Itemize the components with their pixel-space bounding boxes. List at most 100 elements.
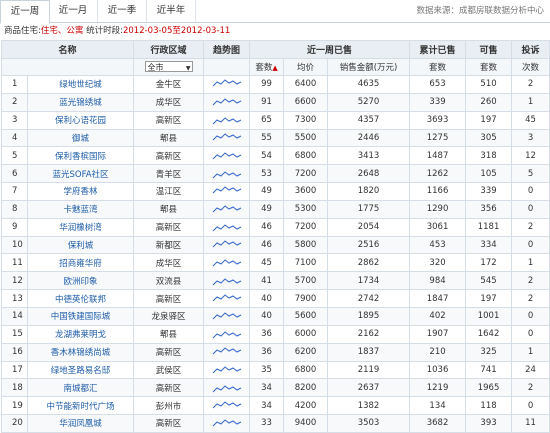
sparkline-icon[interactable] — [211, 400, 243, 412]
sparkline-icon[interactable] — [211, 310, 243, 322]
trend[interactable] — [203, 75, 251, 94]
table-row: 2 蓝光锦绣城 成华区 91 6600 5270 339 260 1 — [1, 92, 550, 112]
trend[interactable] — [203, 92, 251, 112]
project-name[interactable]: 招商雍华府 — [26, 253, 135, 273]
table-row: 18 南城都汇 高新区 34 8200 2637 1219 1965 2 — [1, 378, 550, 398]
trend[interactable] — [203, 164, 251, 184]
sales-amount: 2054 — [327, 217, 411, 237]
trend[interactable] — [203, 217, 251, 237]
trend[interactable] — [203, 146, 251, 166]
project-name[interactable]: 蓝光锦绣城 — [26, 92, 135, 112]
district: 高新区 — [133, 342, 205, 362]
avail-units-header[interactable]: 套数 — [465, 58, 513, 76]
row-number: 17 — [1, 360, 28, 380]
trend[interactable] — [203, 342, 251, 362]
trend[interactable] — [203, 271, 251, 291]
complaint-count-header[interactable]: 次数 — [511, 58, 550, 76]
sparkline-icon[interactable] — [211, 275, 243, 287]
trend[interactable] — [203, 378, 251, 398]
sparkline-icon[interactable] — [211, 382, 243, 394]
project-name[interactable]: 中德英伦联邦 — [26, 289, 135, 308]
trend[interactable] — [203, 414, 251, 433]
complaint-count: 12 — [511, 146, 550, 166]
chevron-down-icon: ▼ — [185, 65, 191, 72]
sparkline-icon[interactable] — [211, 239, 243, 251]
available-units: 1642 — [465, 324, 513, 344]
trend[interactable] — [203, 306, 251, 326]
district-select[interactable]: 全市 ▼ — [144, 61, 193, 72]
project-name[interactable]: 中国铁建国际城 — [26, 306, 135, 326]
arrow-up-icon: ▲ — [272, 64, 278, 72]
avg-price: 4200 — [283, 396, 329, 416]
sparkline-icon[interactable] — [211, 185, 243, 197]
sparkline-icon[interactable] — [211, 293, 243, 305]
tab-week[interactable]: 近一周 — [0, 0, 50, 24]
district: 金牛区 — [133, 75, 205, 94]
project-name[interactable]: 华润橡树湾 — [26, 217, 135, 237]
table-row: 8 卡魅蓝湾 郫县 49 5300 1775 1290 356 0 — [1, 199, 550, 219]
project-name[interactable]: 卡魅蓝湾 — [26, 199, 135, 219]
available-units: 545 — [465, 271, 513, 291]
cumulative-units: 1036 — [409, 360, 467, 380]
week-units: 34 — [249, 378, 285, 398]
project-name[interactable]: 欧洲印象 — [26, 271, 135, 291]
district: 高新区 — [133, 110, 205, 130]
trend[interactable] — [203, 396, 251, 416]
sparkline-icon[interactable] — [211, 257, 243, 269]
project-name[interactable]: 保利心语花园 — [26, 110, 135, 130]
sparkline-icon[interactable] — [211, 203, 243, 215]
project-name[interactable]: 华润凤凰城 — [26, 414, 135, 433]
available-units: 1001 — [465, 306, 513, 326]
amount-header[interactable]: 销售金额(万元) — [327, 58, 411, 76]
project-name[interactable]: 绿地世纪城 — [26, 75, 135, 94]
available-units: 105 — [465, 164, 513, 184]
sales-ranking-table: 名称 行政区域 趋势图 近一周已售 累计已售 可售 投诉 全市 ▼ 套数▲ 均价 … — [0, 40, 550, 433]
trend[interactable] — [203, 324, 251, 344]
sort-units-header[interactable]: 套数▲ — [249, 58, 285, 76]
sparkline-icon[interactable] — [211, 221, 243, 233]
project-name[interactable]: 香木林锦绣尚城 — [26, 342, 135, 362]
sales-amount: 2516 — [327, 235, 411, 255]
sparkline-icon[interactable] — [211, 364, 243, 376]
project-name[interactable]: 绿地圣路易名邸 — [26, 360, 135, 380]
avg-price: 5600 — [283, 306, 329, 326]
tab-month[interactable]: 近一月 — [49, 0, 98, 22]
avg-price-header[interactable]: 均价 — [283, 58, 329, 76]
sparkline-icon[interactable] — [211, 132, 243, 144]
sparkline-icon[interactable] — [211, 328, 243, 340]
trend[interactable] — [203, 360, 251, 380]
col-name: 名称 — [0, 40, 135, 59]
week-units: 55 — [249, 128, 285, 148]
project-name[interactable]: 保利香槟国际 — [26, 146, 135, 166]
project-name[interactable]: 保利城 — [26, 235, 135, 255]
project-name[interactable]: 御城 — [26, 128, 135, 148]
row-number: 10 — [1, 235, 28, 255]
row-number: 6 — [1, 164, 28, 184]
sparkline-icon[interactable] — [211, 346, 243, 358]
trend[interactable] — [203, 199, 251, 219]
project-name[interactable]: 蓝光SOFA社区 — [26, 164, 135, 184]
available-units: 393 — [465, 414, 513, 433]
sparkline-icon[interactable] — [211, 96, 243, 108]
trend[interactable] — [203, 289, 251, 308]
sparkline-icon[interactable] — [211, 168, 243, 180]
sparkline-icon[interactable] — [211, 417, 243, 429]
tab-half-year[interactable]: 近半年 — [147, 0, 196, 22]
project-name[interactable]: 中节能新时代广场 — [26, 396, 135, 416]
sparkline-icon[interactable] — [211, 150, 243, 162]
trend[interactable] — [203, 128, 251, 148]
complaint-count: 0 — [511, 306, 550, 326]
trend[interactable] — [203, 182, 251, 201]
trend[interactable] — [203, 235, 251, 255]
trend[interactable] — [203, 253, 251, 273]
week-units: 65 — [249, 110, 285, 130]
project-name[interactable]: 龙湖弗莱明戈 — [26, 324, 135, 344]
sparkline-icon[interactable] — [211, 114, 243, 126]
trend[interactable] — [203, 110, 251, 130]
tab-quarter[interactable]: 近一季 — [98, 0, 147, 22]
sparkline-icon[interactable] — [211, 78, 243, 90]
cum-units-header[interactable]: 套数 — [409, 58, 467, 76]
project-name[interactable]: 学府香林 — [26, 182, 135, 201]
avg-price: 6000 — [283, 324, 329, 344]
project-name[interactable]: 南城都汇 — [26, 378, 135, 398]
